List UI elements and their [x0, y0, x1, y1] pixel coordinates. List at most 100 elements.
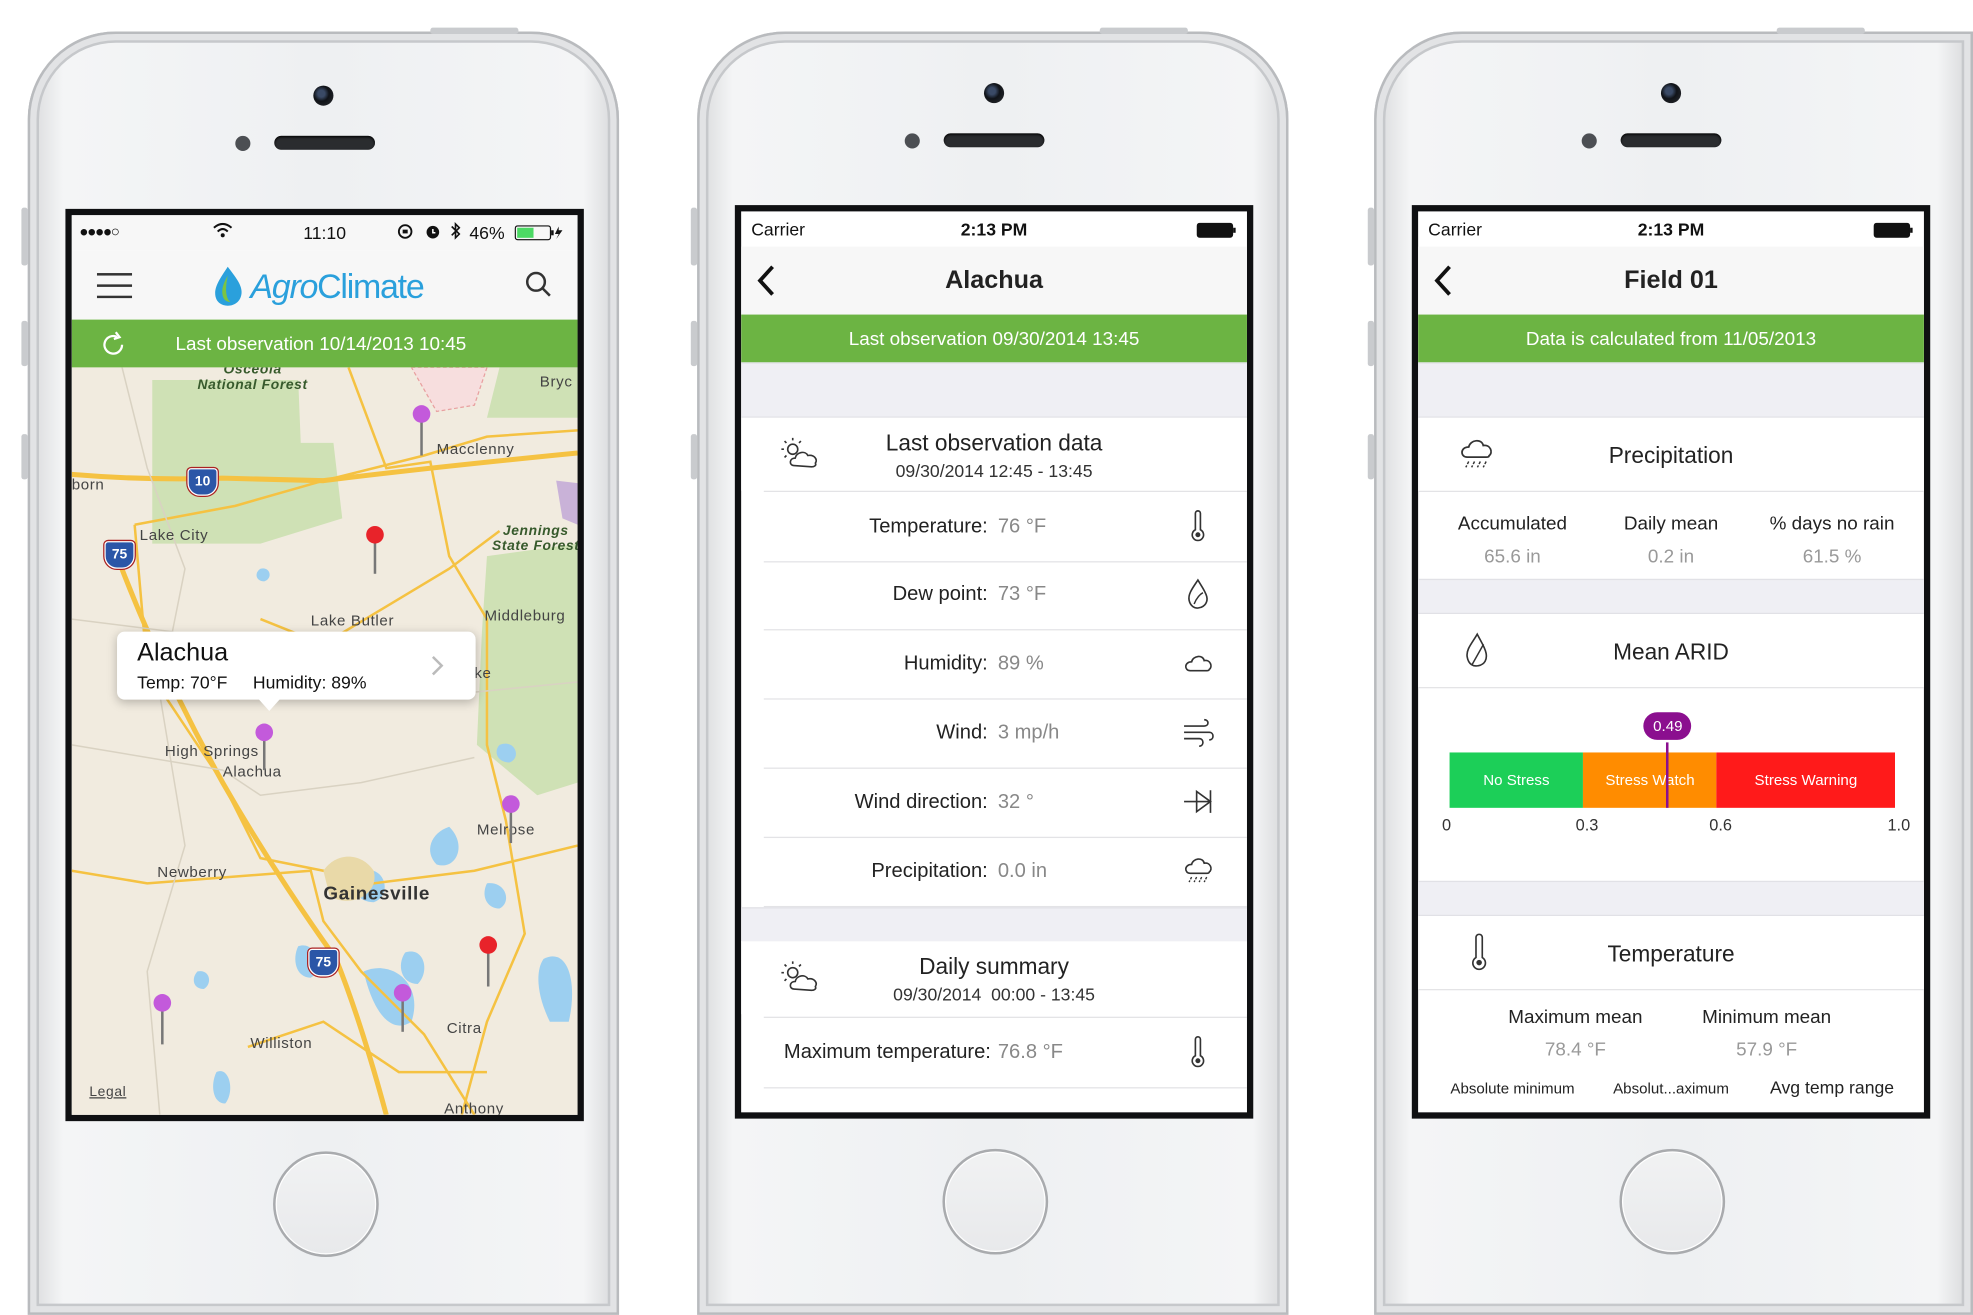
section-subtitle: 09/30/2014 12:45 - 13:45	[895, 460, 1093, 481]
observation-row-wind-direction: Wind direction: 32 °	[763, 768, 1247, 839]
observation-row-dew-point: Dew point: 73 °F	[763, 560, 1247, 631]
home-button[interactable]	[1619, 1148, 1726, 1255]
map-label-anthony: Anthony	[444, 1099, 505, 1115]
last-observation-header: Last observation data 09/30/2014 12:45 -…	[741, 417, 1247, 491]
search-icon[interactable]	[525, 271, 553, 299]
map-view[interactable]: Osceola National Forest Bryc Macclenny b…	[71, 367, 578, 1115]
temperature-header: Temperature	[1418, 916, 1924, 991]
page-title: Field 01	[1624, 266, 1718, 295]
section-subtitle: 09/30/2014 00:00 - 13:45	[893, 983, 1095, 1005]
clock: 2:13 PM	[960, 218, 1028, 240]
status-bar: ●●●●○ 11:10 46%	[71, 215, 578, 251]
mute-switch	[21, 207, 28, 266]
chevron-right-icon[interactable]	[429, 654, 444, 677]
observation-row-precipitation: Precipitation: 0.0 in	[763, 837, 1247, 908]
rain-cloud-icon	[1182, 854, 1215, 887]
logo-text-light: Agro	[250, 268, 318, 306]
battery-icon	[1873, 222, 1914, 238]
alarm-icon	[424, 223, 442, 241]
callout-pointer	[257, 698, 281, 711]
status-bar: Carrier 2:13 PM	[741, 211, 1247, 246]
screen-map: ●●●●○ 11:10 46% AgroClimate Last observa…	[65, 208, 584, 1122]
menu-icon[interactable]	[96, 273, 133, 299]
precipitation-header: Precipitation	[1418, 417, 1924, 492]
nav-bar: Alachua	[741, 246, 1247, 315]
map-base	[71, 367, 578, 1115]
arid-tick-0.6: 0.6	[1709, 815, 1733, 835]
battery-icon	[1196, 222, 1237, 238]
purple-station-pin[interactable]	[393, 983, 412, 1002]
thermometer-icon	[1182, 510, 1215, 543]
segment-label: Stress Warning	[1754, 771, 1858, 789]
map-label-williston: Williston	[250, 1034, 313, 1052]
station-callout[interactable]: Alachua Temp: 70°F Humidity: 89%	[117, 631, 476, 711]
row-value: 73 °F	[997, 583, 1047, 606]
map-label-gainesville: Gainesville	[323, 883, 430, 905]
row-value: 0.0 in	[997, 860, 1048, 883]
stat-label: Avg temp range	[1770, 1077, 1895, 1098]
mute-switch	[1367, 207, 1375, 266]
bluetooth-icon	[449, 221, 462, 240]
map-label-citra: Citra	[446, 1019, 482, 1037]
earpiece-speaker	[274, 135, 375, 150]
purple-station-pin[interactable]	[502, 795, 520, 813]
purple-station-pin-selected[interactable]	[255, 723, 274, 742]
segment-label: No Stress	[1483, 771, 1550, 789]
volume-up-button	[1367, 320, 1375, 367]
map-label-middleburg: Middleburg	[484, 606, 566, 625]
app-logo: AgroClimate	[250, 268, 425, 307]
power-button	[1776, 27, 1865, 34]
stat-value: 61.5 %	[1802, 546, 1862, 568]
earpiece-speaker	[943, 133, 1045, 148]
phone-frame-field: Carrier 2:13 PM Field 01 Data is calcula…	[1367, 27, 1973, 1315]
stat-label: Minimum mean	[1702, 1006, 1832, 1029]
section-separator	[741, 907, 1247, 943]
row-value: 76.8 °F	[997, 1041, 1063, 1064]
precipitation-stats: Accumulated 65.6 in Daily mean 0.2 in % …	[1418, 491, 1924, 579]
logo-text-bold: Climate	[317, 268, 425, 306]
interstate-75-shield: 75	[104, 541, 135, 569]
power-button	[1099, 27, 1188, 34]
map-label-born: born	[71, 475, 105, 494]
map-label-macclenny: Macclenny	[436, 440, 515, 459]
proximity-sensor	[235, 135, 251, 151]
row-value: 3 mp/h	[997, 722, 1060, 744]
screen-field-detail: Carrier 2:13 PM Field 01 Data is calcula…	[1411, 205, 1931, 1119]
home-button[interactable]	[942, 1148, 1049, 1255]
row-label: Maximum temperature:	[783, 1041, 991, 1064]
section-title: Last observation data	[885, 430, 1103, 456]
red-station-pin[interactable]	[366, 525, 384, 544]
arid-segment-stress-watch: Stress Watch	[1583, 752, 1717, 808]
battery-icon	[514, 225, 565, 241]
volume-down-button	[21, 434, 28, 480]
stat-label: Maximum mean	[1508, 1006, 1643, 1029]
map-label-melrose: Melrose	[476, 820, 536, 839]
callout-temp: Temp: 70°F	[137, 671, 228, 693]
banner-text: Last observation 10/14/2013 10:45	[175, 332, 467, 355]
wind-direction-icon	[1182, 785, 1215, 818]
map-legal-link[interactable]: Legal	[89, 1085, 126, 1100]
red-station-pin[interactable]	[479, 936, 498, 954]
wind-icon	[1182, 716, 1215, 749]
page-title: Alachua	[945, 266, 1044, 295]
volume-down-button	[1367, 434, 1375, 480]
refresh-icon[interactable]	[99, 331, 127, 359]
map-label-jennings: Jennings State Forest	[491, 523, 578, 554]
purple-station-pin[interactable]	[153, 994, 172, 1012]
map-pin-stick	[161, 1006, 164, 1045]
section-title: Precipitation	[1608, 442, 1734, 469]
arid-tick-1.0: 1.0	[1887, 815, 1911, 835]
callout-title: Alachua	[137, 639, 229, 667]
section-separator	[1418, 362, 1924, 418]
clock: 2:13 PM	[1637, 218, 1705, 240]
nav-bar: Field 01	[1418, 246, 1924, 315]
stat-label: Accumulated	[1457, 513, 1568, 535]
section-separator	[741, 362, 1247, 418]
purple-station-pin[interactable]	[412, 405, 431, 423]
row-label: Precipitation:	[871, 860, 988, 883]
map-label-lake-butler: Lake Butler	[310, 611, 395, 630]
home-button[interactable]	[273, 1151, 379, 1258]
proximity-sensor	[1581, 133, 1597, 149]
stat-label: % days no rain	[1769, 513, 1895, 535]
agroclimate-logo-icon	[208, 263, 248, 308]
